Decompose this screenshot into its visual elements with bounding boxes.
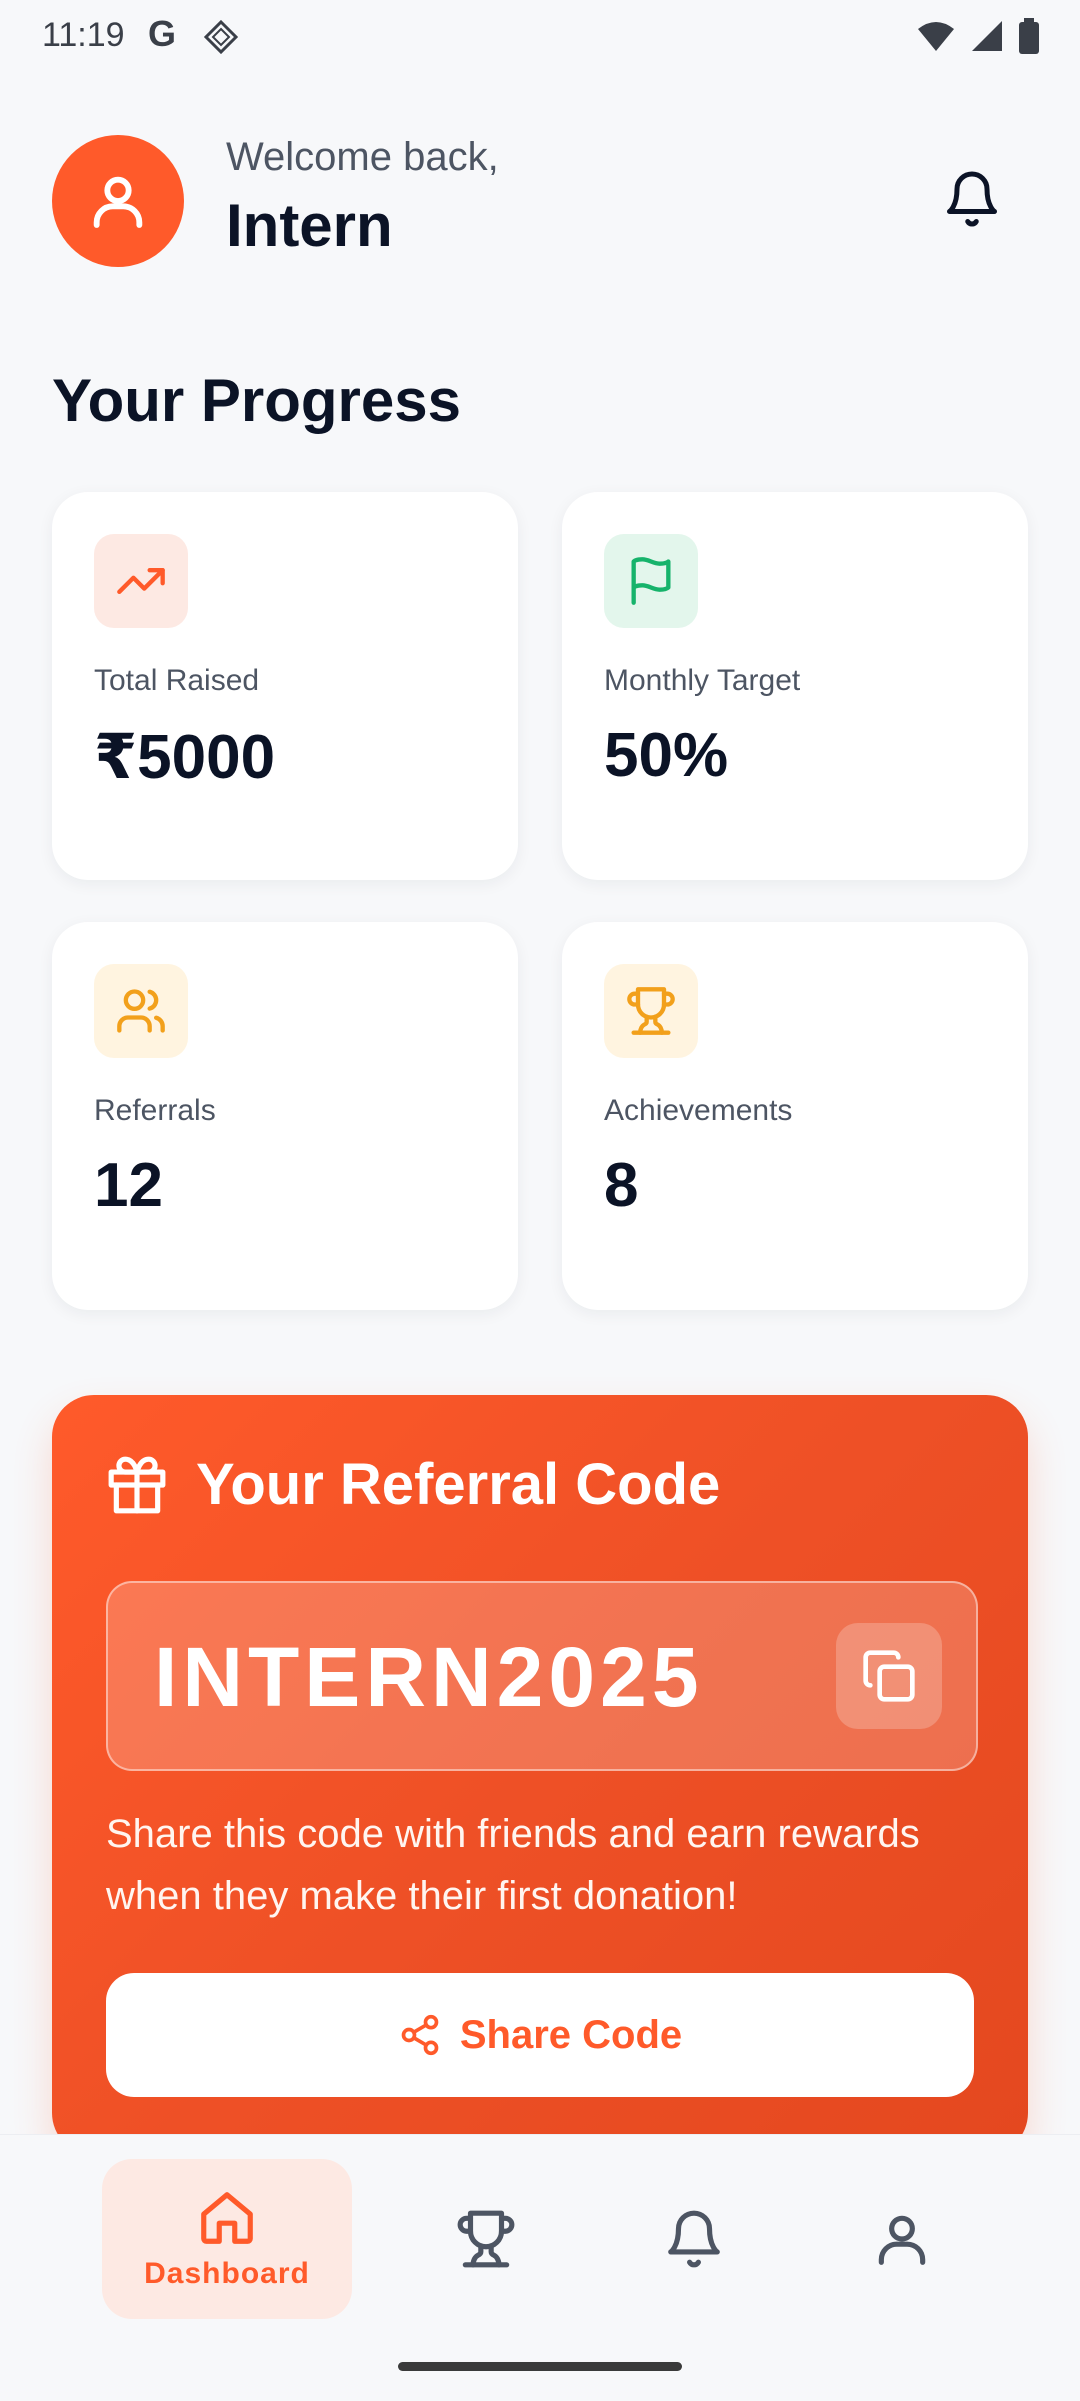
nav-label-dashboard: Dashboard	[144, 2257, 310, 2290]
user-icon	[878, 2215, 926, 2265]
status-bar: 11:19 G	[0, 0, 1080, 72]
bell-icon	[668, 2210, 720, 2268]
stat-value: 8	[604, 1151, 639, 1220]
nav-item-notifications[interactable]	[644, 2159, 744, 2319]
nav-item-achievements[interactable]	[436, 2159, 536, 2319]
referral-code-box: INTERN2025	[106, 1581, 978, 1771]
stat-card-achievements[interactable]: Achievements 8	[562, 922, 1028, 1310]
trophy-icon	[627, 987, 675, 1035]
stat-label: Monthly Target	[604, 664, 801, 697]
header: Welcome back, Intern	[52, 135, 1028, 267]
section-title: Your Progress	[52, 367, 462, 434]
stat-icon-box	[94, 964, 188, 1058]
battery-icon	[1018, 18, 1040, 59]
bottom-nav: Dashboard	[0, 2134, 1080, 2401]
stat-card-total-raised[interactable]: Total Raised ₹5000	[52, 492, 518, 880]
share-code-button[interactable]: Share Code	[106, 1973, 974, 2097]
stat-icon-box	[94, 534, 188, 628]
flag-icon	[631, 557, 671, 605]
users-icon	[117, 989, 165, 1033]
stat-icon-box	[604, 964, 698, 1058]
stat-value: ₹5000	[94, 723, 276, 792]
notifications-button[interactable]	[936, 163, 1008, 235]
stat-icon-box	[604, 534, 698, 628]
home-icon	[201, 2192, 253, 2244]
gift-icon	[108, 1456, 166, 1513]
welcome-text: Welcome back,	[226, 135, 499, 179]
avatar[interactable]	[52, 135, 184, 267]
share-icon	[401, 2014, 439, 2056]
signal-icon	[970, 19, 1004, 58]
stat-value: 12	[94, 1151, 163, 1220]
share-code-label: Share Code	[459, 2012, 683, 2057]
stat-value: 50%	[604, 721, 729, 790]
copy-icon	[863, 1650, 915, 1702]
referral-title: Your Referral Code	[196, 1452, 721, 1517]
referral-title-row: Your Referral Code	[106, 1451, 720, 1518]
google-icon: G	[148, 13, 177, 54]
stat-card-monthly-target[interactable]: Monthly Target 50%	[562, 492, 1028, 880]
stat-card-referrals[interactable]: Referrals 12	[52, 922, 518, 1310]
trending-up-icon	[117, 568, 165, 594]
status-time: 11:19	[42, 16, 125, 54]
referral-code: INTERN2025	[154, 1630, 704, 1724]
status-icons	[916, 18, 1040, 59]
stat-label: Total Raised	[94, 664, 260, 697]
stat-label: Achievements	[604, 1094, 793, 1127]
username: Intern	[226, 192, 393, 259]
trophy-icon	[457, 2210, 515, 2268]
stat-label: Referrals	[94, 1094, 216, 1127]
referral-description: Share this code with friends and earn re…	[106, 1812, 920, 1918]
notification-app-icon	[203, 19, 239, 59]
home-indicator[interactable]	[398, 2362, 682, 2371]
bell-icon	[947, 171, 997, 227]
nav-item-profile[interactable]	[852, 2159, 952, 2319]
copy-code-button[interactable]	[836, 1623, 942, 1729]
referral-card: Your Referral Code INTERN2025 Share this…	[52, 1395, 1028, 2155]
wifi-icon	[916, 19, 956, 58]
user-icon	[93, 176, 143, 228]
nav-item-dashboard[interactable]: Dashboard	[102, 2159, 352, 2319]
